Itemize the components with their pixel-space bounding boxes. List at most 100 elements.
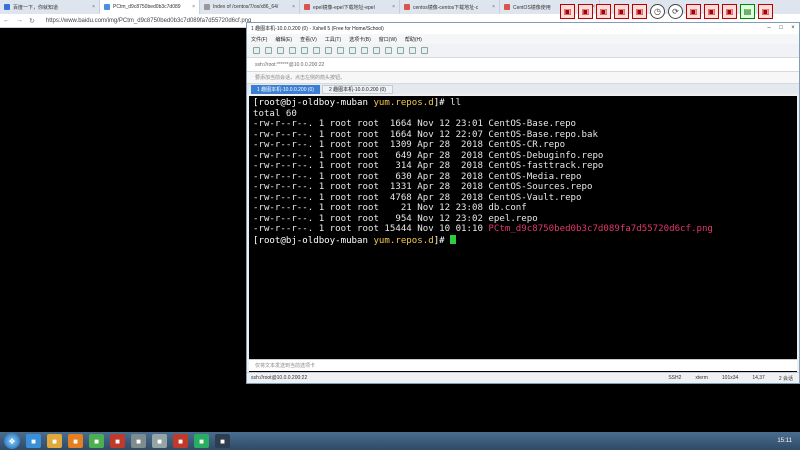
terminal-file-row: -rw-r--r--. 1 root root 1664 Nov 12 23:0… [253, 119, 577, 129]
ie-icon[interactable]: ■ [26, 434, 41, 448]
tab-close-icon[interactable]: × [492, 4, 495, 10]
session-address-text: ssh://root:******@10.0.0.200:22 [255, 61, 325, 68]
notepad-icon[interactable]: ■ [131, 434, 146, 448]
session-address-field[interactable]: ssh://root:******@10.0.0.200:22 [247, 58, 799, 72]
reconnect-icon[interactable] [277, 47, 284, 54]
wps-icon[interactable]: ■ [173, 434, 188, 448]
terminal-icon[interactable]: ■ [215, 434, 230, 448]
forward-icon[interactable]: → [16, 17, 23, 24]
globe-icon[interactable] [373, 47, 380, 54]
find-icon[interactable] [325, 47, 332, 54]
shortcut-red-6-icon[interactable]: ▣ [686, 3, 701, 19]
terminal-total-line: total 60 [253, 108, 297, 119]
windows-taskbar: ❖ ■ ■ ■ ■ ■ ■ ■ ■ ■ ■ 15:11 [0, 432, 800, 450]
folder-icon[interactable]: ■ [47, 434, 62, 448]
shortcut-red-5-icon[interactable]: ▣ [632, 3, 647, 19]
shortcut-red-9-icon[interactable]: ▣ [758, 3, 773, 19]
reload-icon[interactable]: ↻ [29, 17, 35, 25]
terminal-output[interactable]: [root@bj-oldboy-muban yum.repos.d]# ll to… [249, 96, 797, 375]
browser-tab-label: PCtm_d9c8750bed0b3c7d089 [113, 4, 181, 10]
screen-recorder-icon[interactable]: ■ [194, 434, 209, 448]
shortcut-red-8-icon[interactable]: ▣ [722, 3, 737, 19]
session-tab[interactable]: 2 趣图本机-10.0.0.200 (0) [321, 85, 393, 94]
terminal-file-row: -rw-r--r--. 1 root root 1309 Apr 28 2018… [253, 140, 566, 150]
tab-favicon-icon [404, 4, 410, 10]
session-hint-text: 要添加当前会话，点击左侧的箭头按钮。 [255, 75, 346, 81]
media-player-icon[interactable]: ■ [68, 434, 83, 448]
status-item: 14,37 [752, 374, 765, 381]
browser-tab[interactable]: 百度一下，你就知道 × [0, 0, 100, 14]
menu-item[interactable]: 文件(F) [251, 36, 267, 43]
disconnect-icon[interactable] [289, 47, 296, 54]
prompt-end: ]# [433, 98, 451, 108]
browser-tab[interactable]: centos镜像-centos下载地址-c × [400, 0, 500, 14]
xshell-icon[interactable]: ■ [110, 434, 125, 448]
tab-close-icon[interactable]: × [192, 4, 195, 10]
print-icon[interactable] [337, 47, 344, 54]
shortcut-red-7-icon[interactable]: ▣ [704, 3, 719, 19]
shortcut-red-1-icon[interactable]: ▣ [560, 3, 575, 19]
menu-item[interactable]: 窗口(W) [379, 36, 397, 43]
terminal-file-row: -rw-r--r--. 1 root root 314 Apr 28 2018 … [253, 161, 604, 171]
font-icon[interactable] [361, 47, 368, 54]
menu-item[interactable]: 选项卡(B) [349, 36, 371, 43]
terminal-cursor [450, 234, 457, 244]
paste-icon[interactable] [313, 47, 320, 54]
copy-icon[interactable] [301, 47, 308, 54]
shortcut-green-icon[interactable]: ▤ [740, 3, 755, 19]
xshell-window: 1 趣图本机-10.0.0.200 (0) - Xshell 5 (Free f… [246, 22, 800, 384]
menu-item[interactable]: 帮助(H) [405, 36, 422, 43]
lock-icon[interactable] [385, 47, 392, 54]
prompt-command: ll [450, 98, 462, 108]
browser-tab-label: CentOS镜像使用 [513, 4, 551, 11]
tab-favicon-icon [104, 4, 110, 10]
keyboard-icon[interactable] [397, 47, 404, 54]
browser-tab-label: centos镜像-centos下载地址-c [413, 4, 479, 11]
shortcut-red-3-icon[interactable]: ▣ [596, 3, 611, 19]
menu-item[interactable]: 查看(V) [300, 36, 317, 43]
back-icon[interactable]: ← [3, 17, 10, 24]
clock-shortcut-icon[interactable]: ◷ [650, 3, 665, 19]
tab-close-icon[interactable]: × [292, 4, 295, 10]
terminal-prompt-line: [root@bj-oldboy-muban yum.repos.d]# ll [253, 98, 793, 109]
send-to-tab-bar[interactable]: 仅将文本发送到当前选项卡 [249, 359, 797, 371]
new-session-icon[interactable] [253, 47, 260, 54]
vmware-icon[interactable]: ■ [152, 434, 167, 448]
session-tab-strip: 1 趣图本机-10.0.0.200 (0) 2 趣图本机-10.0.0.200 (… [247, 84, 799, 94]
xshell-title-bar: 1 趣图本机-10.0.0.200 (0) - Xshell 5 (Free f… [247, 23, 799, 34]
prompt-dir: yum.repos.d [373, 98, 434, 108]
session-tab[interactable]: 1 趣图本机-10.0.0.200 (0) [251, 85, 320, 94]
session-hint-bar: 要添加当前会话，点击左侧的箭头按钮。 [247, 72, 799, 84]
menu-item[interactable]: 工具(T) [325, 36, 341, 43]
terminal-file-row: -rw-r--r--. 1 root root 1331 Apr 28 2018… [253, 182, 593, 192]
url-field[interactable]: https://www.baidu.com/img/PCtm_d9c8750be… [46, 18, 251, 24]
compass-shortcut-icon[interactable]: ⟳ [668, 3, 683, 19]
terminal-file-row: -rw-r--r--. 1 root root 1664 Nov 12 22:0… [253, 129, 598, 140]
xshell-menu-bar: 文件(F) 编辑(E) 查看(V) 工具(T) 选项卡(B) 窗口(W) 帮助(H) [247, 34, 799, 44]
menu-item[interactable]: 编辑(E) [275, 36, 292, 43]
tab-favicon-icon [204, 4, 210, 10]
browser-tab-label: Index of /centos/7/os/x86_64/ [213, 4, 279, 10]
status-connection: ssh://root@10.0.0.200:22 [251, 375, 308, 381]
terminal-file-row: -rw-r--r--. 1 root root 649 Apr 28 2018 … [253, 150, 604, 161]
maximize-icon[interactable]: □ [775, 23, 787, 34]
fullscreen-icon[interactable] [409, 47, 416, 54]
browser-tab[interactable]: Index of /centos/7/os/x86_64/ × [200, 0, 300, 14]
xshell-toolbar [247, 44, 799, 58]
browser-tab[interactable]: epel镜像-epel下载地址-epel × [300, 0, 400, 14]
taskbar-clock[interactable]: 15:11 [777, 438, 792, 444]
browser-tab-label: 百度一下，你就知道 [13, 4, 59, 11]
browser-tab[interactable]: PCtm_d9c8750bed0b3c7d089 × [100, 0, 200, 14]
close-icon[interactable]: × [787, 23, 799, 34]
open-icon[interactable] [265, 47, 272, 54]
help-icon[interactable] [421, 47, 428, 54]
chrome-icon[interactable]: ■ [89, 434, 104, 448]
tab-close-icon[interactable]: × [92, 4, 95, 10]
minimize-icon[interactable]: – [763, 23, 775, 34]
transfer-icon[interactable] [349, 47, 356, 54]
shortcut-red-2-icon[interactable]: ▣ [578, 3, 593, 19]
shortcut-red-4-icon[interactable]: ▣ [614, 3, 629, 19]
tab-close-icon[interactable]: × [392, 4, 395, 10]
terminal-image-filename: PCtm_d9c8750bed0b3c7d089fa7d55720d6cf.pn… [488, 224, 713, 234]
start-button[interactable]: ❖ [4, 433, 20, 449]
